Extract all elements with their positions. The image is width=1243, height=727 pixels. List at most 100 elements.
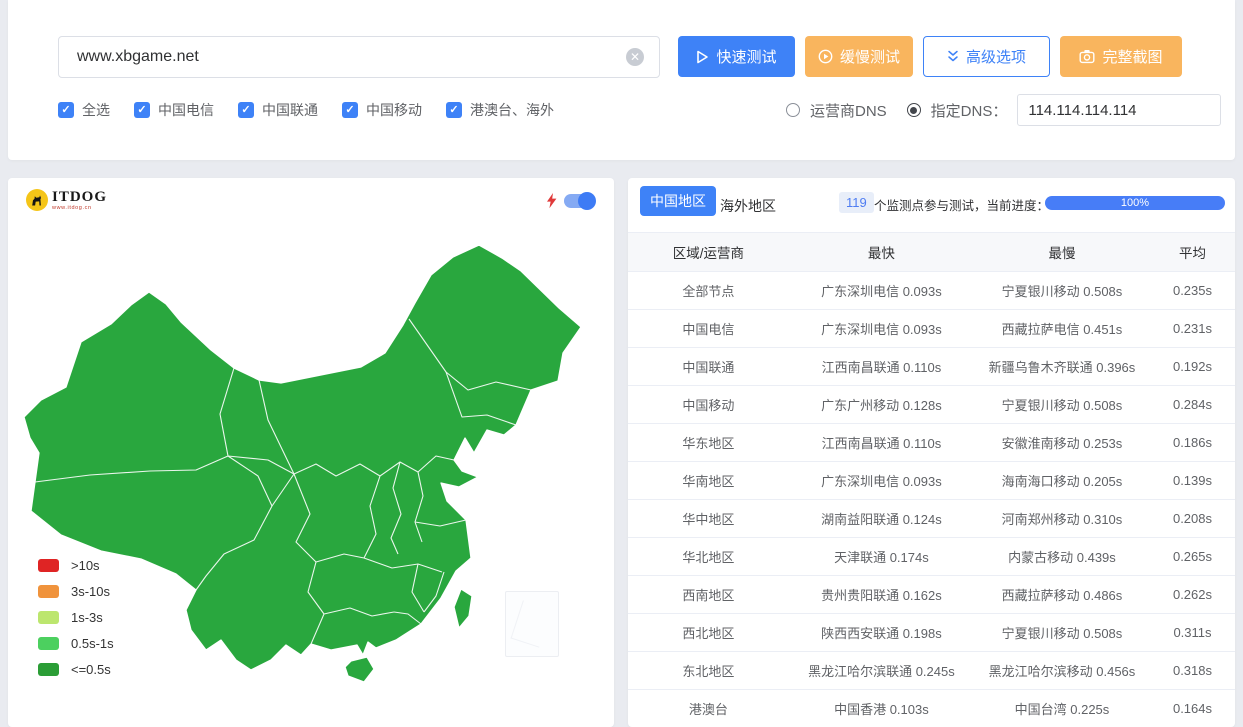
table-header-cell: 最快	[788, 232, 974, 272]
table-cell: 华东地区	[628, 423, 789, 462]
clear-input-icon[interactable]: ✕	[626, 48, 644, 66]
table-cell: 西藏拉萨移动 0.486s	[973, 575, 1150, 614]
table-cell: 宁夏银川移动 0.508s	[973, 271, 1150, 310]
table-row: 东北地区 黑龙江哈尔滨联通 0.245s 黑龙江哈尔滨移动 0.456s 0.318s	[628, 651, 1235, 690]
dog-logo-icon	[26, 189, 48, 211]
table-row: 西南地区 贵州贵阳联通 0.162s 西藏拉萨移动 0.486s 0.262s	[628, 575, 1235, 614]
south-china-sea-inset	[505, 591, 559, 657]
legend-swatch	[38, 637, 59, 650]
quick-test-button[interactable]: 快速测试	[678, 36, 795, 77]
table-cell: 华中地区	[628, 499, 789, 538]
legend-label: 3s-10s	[71, 584, 111, 599]
progress-bar: 100%	[1045, 196, 1225, 210]
dns-input[interactable]	[1017, 94, 1222, 126]
results-table: 区域/运营商 最快 最慢 平均 全部节点 广东深圳电信 0.093s 宁夏银川移动 0.5…	[628, 232, 1235, 727]
table-cell: 宁夏银川移动 0.508s	[973, 613, 1150, 652]
url-input[interactable]	[58, 36, 660, 78]
filter-checkbox-1[interactable]: ✓ 中国电信	[134, 100, 214, 120]
toggle-knob	[578, 192, 596, 210]
table-row: 华中地区 湖南益阳联通 0.124s 河南郑州移动 0.310s 0.208s	[628, 499, 1235, 538]
realtime-toggle[interactable]	[564, 192, 596, 210]
quick-test-label: 快速测试	[716, 49, 777, 66]
tab-china[interactable]: 中国地区	[640, 186, 716, 216]
slow-test-button[interactable]: 缓慢测试	[805, 36, 913, 77]
table-cell: 0.164s	[1149, 689, 1235, 727]
filter-row: ✓ 全选 ✓ 中国电信 ✓ 中国联通 ✓ 中国移动 ✓ 港澳台、海外	[58, 100, 554, 120]
table-header-row: 区域/运营商 最快 最慢 平均	[628, 232, 1235, 272]
table-cell: 中国电信	[628, 309, 789, 348]
checkbox-checked-icon: ✓	[134, 102, 150, 118]
filter-checkbox-3[interactable]: ✓ 中国移动	[342, 100, 422, 120]
filter-checkbox-0[interactable]: ✓ 全选	[58, 100, 110, 120]
filter-label: 港澳台、海外	[470, 102, 554, 118]
custom-dns-label: 指定DNS：	[930, 102, 1008, 120]
table-cell: 华北地区	[628, 537, 789, 576]
table-header-cell: 最慢	[973, 232, 1150, 272]
double-chevron-down-icon	[948, 50, 958, 62]
filter-label: 中国移动	[366, 102, 422, 118]
table-cell: 港澳台	[628, 689, 789, 727]
table-cell: 0.265s	[1149, 537, 1235, 576]
table-cell: 华南地区	[628, 461, 789, 500]
table-cell: 0.235s	[1149, 271, 1235, 310]
table-cell: 海南海口移动 0.205s	[973, 461, 1150, 500]
latency-legend: >10s 3s-10s 1s-3s 0.5s-1s <=0.5s	[38, 558, 114, 677]
table-cell: 全部节点	[628, 271, 789, 310]
table-cell: 江西南昌联通 0.110s	[788, 423, 974, 462]
full-screenshot-button[interactable]: 完整截图	[1060, 36, 1182, 77]
table-cell: 0.318s	[1149, 651, 1235, 690]
filter-checkbox-2[interactable]: ✓ 中国联通	[238, 100, 318, 120]
legend-swatch	[38, 585, 59, 598]
taiwan-shape	[453, 588, 473, 629]
filter-label: 中国联通	[262, 102, 318, 118]
table-cell: 西北地区	[628, 613, 789, 652]
carrier-dns-label: 运营商DNS	[810, 102, 887, 120]
table-header-cell: 区域/运营商	[628, 232, 789, 272]
table-cell: 西藏拉萨电信 0.451s	[973, 309, 1150, 348]
region-tabs: 中国地区 海外地区 119 个监测点参与测试，当前进度： 100%	[628, 178, 1235, 232]
table-cell: 陕西西安联通 0.198s	[788, 613, 974, 652]
legend-swatch	[38, 611, 59, 624]
filter-label: 中国电信	[158, 102, 214, 118]
table-row: 中国联通 江西南昌联通 0.110s 新疆乌鲁木齐联通 0.396s 0.192s	[628, 347, 1235, 386]
table-cell: 宁夏银川移动 0.508s	[973, 385, 1150, 424]
table-cell: 新疆乌鲁木齐联通 0.396s	[973, 347, 1150, 386]
legend-item-1: 3s-10s	[38, 584, 114, 599]
checkbox-checked-icon: ✓	[342, 102, 358, 118]
speed-toggle-zone	[546, 192, 596, 210]
table-cell: 黑龙江哈尔滨移动 0.456s	[973, 651, 1150, 690]
tab-overseas[interactable]: 海外地区	[720, 191, 776, 221]
filter-checkbox-4[interactable]: ✓ 港澳台、海外	[446, 100, 554, 120]
lightning-icon	[547, 193, 557, 209]
circled-play-icon	[818, 49, 833, 64]
table-cell: 安徽淮南移动 0.253s	[973, 423, 1150, 462]
table-cell: 西南地区	[628, 575, 789, 614]
checkbox-checked-icon: ✓	[238, 102, 254, 118]
camera-icon	[1079, 50, 1095, 64]
table-cell: 天津联通 0.174s	[788, 537, 974, 576]
table-row: 华北地区 天津联通 0.174s 内蒙古移动 0.439s 0.265s	[628, 537, 1235, 576]
legend-label: 0.5s-1s	[71, 636, 114, 651]
table-cell: 贵州贵阳联通 0.162s	[788, 575, 974, 614]
legend-item-0: >10s	[38, 558, 114, 573]
table-cell: 0.139s	[1149, 461, 1235, 500]
slow-test-label: 缓慢测试	[839, 49, 900, 66]
custom-dns-radio[interactable]	[906, 103, 921, 117]
dns-option-row: 运营商DNS 指定DNS：	[786, 94, 1222, 126]
legend-label: <=0.5s	[71, 662, 111, 677]
checkbox-checked-icon: ✓	[446, 102, 462, 118]
table-cell: 河南郑州移动 0.310s	[973, 499, 1150, 538]
monitor-count-badge: 119	[839, 192, 874, 213]
table-cell: 广东广州移动 0.128s	[788, 385, 974, 424]
table-cell: 黑龙江哈尔滨联通 0.245s	[788, 651, 974, 690]
table-row: 西北地区 陕西西安联通 0.198s 宁夏银川移动 0.508s 0.311s	[628, 613, 1235, 652]
legend-item-3: 0.5s-1s	[38, 636, 114, 651]
itdog-logo: ITDOG www.itdog.cn	[26, 189, 107, 211]
table-cell: 广东深圳电信 0.093s	[788, 271, 974, 310]
logo-subtitle: www.itdog.cn	[52, 204, 92, 211]
carrier-dns-radio[interactable]	[786, 103, 800, 117]
table-cell: 内蒙古移动 0.439s	[973, 537, 1150, 576]
checkbox-checked-icon: ✓	[58, 102, 74, 118]
advanced-options-button[interactable]: 高级选项	[923, 36, 1050, 77]
table-cell: 中国移动	[628, 385, 789, 424]
